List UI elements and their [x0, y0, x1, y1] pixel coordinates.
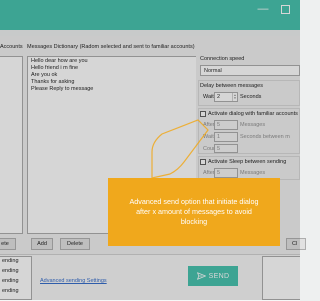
callout-pointer: [151, 119, 209, 179]
tooltip-text: Advanced send option that initiate dialo…: [129, 197, 259, 226]
feature-tooltip: Advanced send option that initiate dialo…: [108, 178, 280, 246]
